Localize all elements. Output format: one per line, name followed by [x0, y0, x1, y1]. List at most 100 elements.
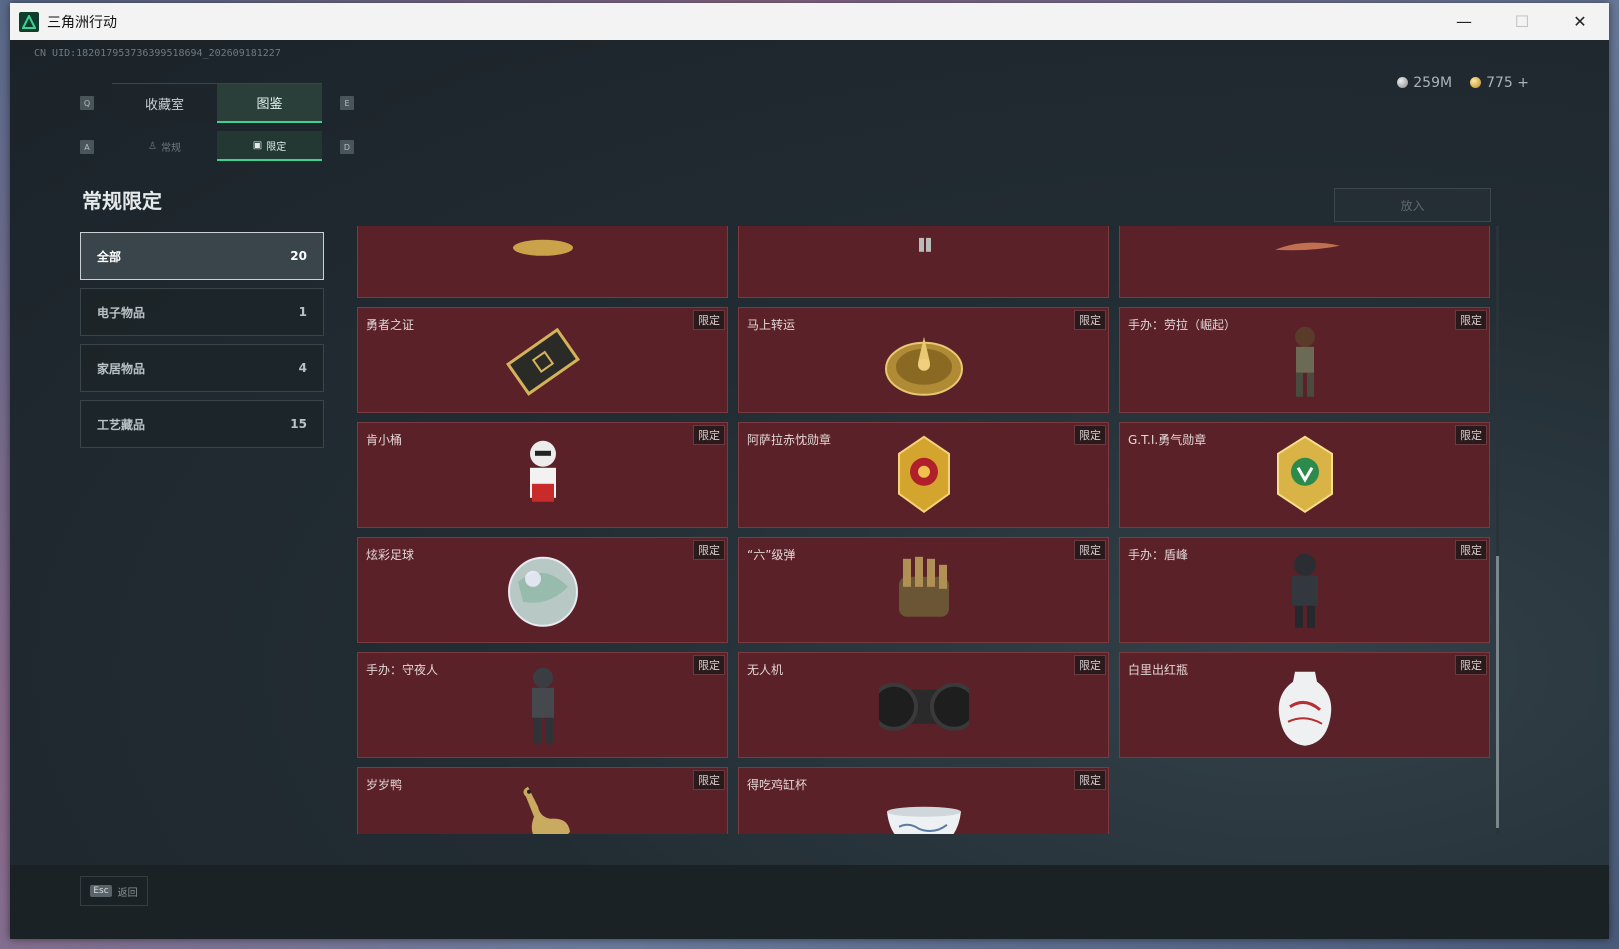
item-card[interactable] — [357, 226, 728, 298]
colonel-figure-icon — [498, 432, 588, 522]
silver-amount: 259M — [1413, 75, 1453, 91]
figure-nightwatch-icon — [498, 662, 588, 752]
back-button[interactable]: Esc 返回 — [80, 876, 148, 906]
iridescent-ball-icon — [498, 547, 588, 637]
red-medal-icon — [879, 432, 969, 522]
item-card[interactable]: 白里出红瓶 限定 — [1119, 652, 1490, 758]
item-grid-area: 勇者之证 限定 马上转运 限定 手办：劳拉（崛起） 限定 肯小桶 限定 阿萨拉赤忱勋章 限定 G.T… — [357, 226, 1492, 834]
item-name: 手办：盾峰 — [1128, 548, 1189, 562]
limited-badge: 限定 — [1074, 655, 1106, 675]
item-name: 勇者之证 — [366, 318, 415, 332]
item-card[interactable]: 勇者之证 限定 — [357, 307, 728, 413]
item-card[interactable]: 手办：守夜人 限定 — [357, 652, 728, 758]
section-title: 常规限定 — [82, 189, 162, 213]
item-name: “六”级弹 — [747, 548, 796, 562]
item-card[interactable]: 阿萨拉赤忱勋章 限定 — [738, 422, 1109, 528]
gold-compass-icon — [879, 317, 969, 407]
brass-duck-icon — [498, 777, 588, 834]
category-count: 1 — [298, 305, 307, 319]
category-label: 工艺藏品 — [97, 417, 146, 432]
currency-bar: 259M 775 + — [1397, 75, 1529, 91]
diamond-badge-icon — [498, 317, 588, 407]
item-name: G.T.I.勇气勋章 — [1128, 433, 1207, 447]
limited-badge: 限定 — [693, 310, 725, 330]
esc-key-hint: Esc — [90, 885, 112, 897]
item-card[interactable] — [738, 226, 1109, 298]
item-name: 白里出红瓶 — [1128, 663, 1189, 677]
silver-currency: 259M — [1397, 75, 1452, 91]
back-label: 返回 — [117, 887, 138, 899]
item-card[interactable]: 肯小桶 限定 — [357, 422, 728, 528]
item-grid: 勇者之证 限定 马上转运 限定 手办：劳拉（崛起） 限定 肯小桶 限定 阿萨拉赤忱勋章 限定 G.T… — [357, 226, 1490, 834]
put-in-button[interactable]: 放入 — [1334, 188, 1491, 222]
item-name: 马上转运 — [747, 318, 796, 332]
close-button[interactable]: ✕ — [1551, 3, 1609, 40]
minimize-button[interactable]: — — [1435, 3, 1493, 40]
limited-badge: 限定 — [1074, 770, 1106, 790]
green-medal-icon — [1260, 432, 1350, 522]
category-count: 4 — [298, 361, 307, 375]
item-name: 肯小桶 — [366, 433, 403, 447]
sub-tabs: ♙ 常规 ▣ 限定 — [112, 131, 322, 161]
limited-badge: 限定 — [693, 770, 725, 790]
main-tabs: 收藏室 图鉴 — [112, 83, 322, 123]
category-label: 家居物品 — [97, 361, 146, 376]
limited-badge: 限定 — [1455, 540, 1487, 560]
item-card[interactable]: 手办：盾峰 限定 — [1119, 537, 1490, 643]
gold-amount: 775 — [1486, 75, 1513, 91]
limited-badge: 限定 — [1455, 310, 1487, 330]
bottom-bar: Esc 返回 — [10, 865, 1609, 939]
category-label: 全部 — [97, 249, 122, 264]
scroll-thumb[interactable] — [1496, 556, 1499, 828]
item-card[interactable]: G.T.I.勇气勋章 限定 — [1119, 422, 1490, 528]
category-crafts[interactable]: 工艺藏品 15 — [80, 400, 324, 448]
tab-regular-label: 常规 — [160, 142, 181, 154]
item-name: 阿萨拉赤忱勋章 — [747, 433, 832, 447]
add-currency-button[interactable]: + — [1517, 75, 1529, 91]
empty-slot — [1119, 767, 1490, 834]
game-viewport: CN UID:182017953736399518694_20260918122… — [10, 40, 1609, 939]
item-name: 手办：守夜人 — [366, 663, 439, 677]
category-count: 15 — [290, 417, 307, 431]
tab-codex[interactable]: 图鉴 — [217, 84, 322, 123]
tab-limited-label: 限定 — [266, 141, 287, 153]
tab-regular[interactable]: ♙ 常规 — [112, 131, 217, 161]
limited-badge: 限定 — [1455, 425, 1487, 445]
item-card[interactable]: 手办：劳拉（崛起） 限定 — [1119, 307, 1490, 413]
tab-limited[interactable]: ▣ 限定 — [217, 131, 322, 161]
item-card[interactable]: “六”级弹 限定 — [738, 537, 1109, 643]
limited-badge: 限定 — [1074, 425, 1106, 445]
silver-coin-icon — [1397, 77, 1409, 88]
item-card[interactable]: 岁岁鸭 限定 — [357, 767, 728, 834]
category-count: 20 — [290, 249, 307, 263]
key-hint-d: D — [340, 140, 354, 154]
tab-collection-room[interactable]: 收藏室 — [112, 84, 217, 123]
regular-icon: ♙ — [148, 140, 157, 152]
category-label: 电子物品 — [97, 305, 146, 320]
maximize-button[interactable]: ☐ — [1493, 3, 1551, 40]
item-card[interactable]: 炫彩足球 限定 — [357, 537, 728, 643]
gold-coin-icon — [1470, 77, 1482, 88]
figure-shield-icon — [1260, 547, 1350, 637]
app-logo-icon — [19, 11, 39, 32]
limited-badge: 限定 — [1074, 540, 1106, 560]
limited-icon: ▣ — [252, 139, 263, 151]
category-all[interactable]: 全部 20 — [80, 232, 324, 280]
category-electronics[interactable]: 电子物品 1 — [80, 288, 324, 336]
item-card[interactable]: 得吃鸡缸杯 限定 — [738, 767, 1109, 834]
uid-label: CN UID:182017953736399518694_20260918122… — [34, 48, 281, 59]
item-card[interactable] — [1119, 226, 1490, 298]
scrollbar[interactable] — [1496, 226, 1499, 834]
game-window: 三角洲行动 — ☐ ✕ CN UID:182017953736399518694… — [10, 3, 1609, 939]
drone-roller-icon — [878, 662, 969, 752]
item-card[interactable]: 马上转运 限定 — [738, 307, 1109, 413]
limited-badge: 限定 — [1455, 655, 1487, 675]
porcelain-vase-icon — [1260, 662, 1350, 752]
porcelain-cup-icon — [879, 777, 969, 834]
item-name: 炫彩足球 — [366, 548, 415, 562]
item-card[interactable]: 无人机 限定 — [738, 652, 1109, 758]
category-home[interactable]: 家居物品 4 — [80, 344, 324, 392]
limited-badge: 限定 — [1074, 310, 1106, 330]
window-title: 三角洲行动 — [47, 14, 117, 31]
key-hint-e: E — [340, 96, 354, 110]
